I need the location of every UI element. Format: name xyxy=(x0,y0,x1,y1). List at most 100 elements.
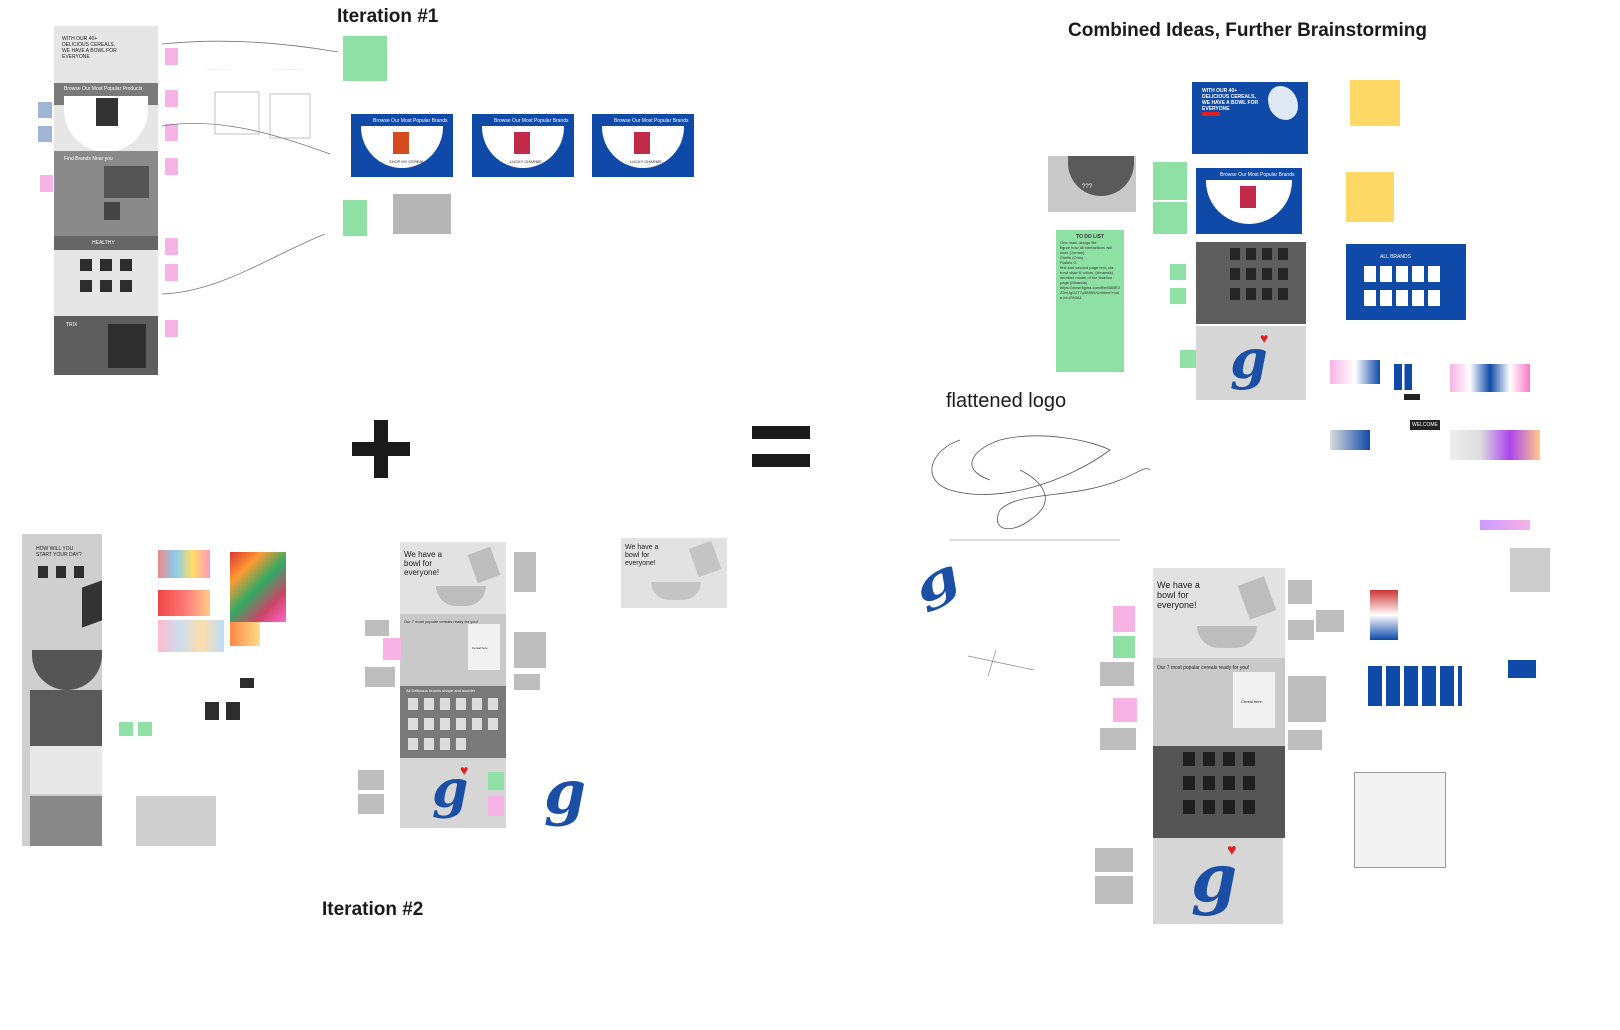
sticky-note[interactable] xyxy=(1288,620,1314,640)
bowl-hero-frame[interactable]: We have a bowl for everyone! xyxy=(400,542,506,614)
sticky-note[interactable] xyxy=(119,722,133,736)
sticky-note[interactable] xyxy=(514,632,546,668)
combined-bowl-text: We have a bowl for everyone! xyxy=(1157,580,1200,610)
todo-note[interactable]: TO DO LIST One main design file figure h… xyxy=(1056,230,1124,372)
logo-sketch xyxy=(931,435,1151,541)
combined-browse-card[interactable]: Browse Our Most Popular Brands xyxy=(1196,168,1302,234)
sticky-note[interactable] xyxy=(393,194,451,234)
sticky-note[interactable] xyxy=(1350,80,1400,126)
all-brands-card[interactable]: ALL BRANDS xyxy=(1346,244,1466,320)
sticky-note[interactable] xyxy=(1100,662,1134,686)
sticky-note[interactable] xyxy=(514,552,536,592)
combined-browse-text: Browse Our Most Popular Brands xyxy=(1220,172,1295,178)
card-title: Browse Our Most Popular Brands xyxy=(494,118,569,124)
sticky-note[interactable] xyxy=(343,200,367,236)
g-logo-icon: g xyxy=(904,547,968,615)
combined-logo-frame[interactable]: g ♥ xyxy=(1196,326,1306,400)
sticky-note[interactable] xyxy=(1316,610,1344,632)
heart-icon: ♥ xyxy=(1260,330,1269,346)
sticky-note[interactable] xyxy=(165,320,178,337)
sticky-note[interactable] xyxy=(1288,580,1312,604)
sticky-note[interactable] xyxy=(488,796,504,816)
sticky-note[interactable] xyxy=(1095,848,1133,872)
card-label: SHOP MY CEREAL xyxy=(389,159,425,164)
combined-popular-frame[interactable]: Our 7 most popular cereals ready for you… xyxy=(1153,658,1285,746)
timeline-card[interactable] xyxy=(136,796,216,846)
heart-icon: ♥ xyxy=(460,762,469,778)
card-title: Browse Our Most Popular Brands xyxy=(373,118,448,124)
sticky-note[interactable] xyxy=(1170,288,1186,304)
sticky-note[interactable] xyxy=(38,126,52,142)
iteration1-wireframe[interactable]: WITH OUR 40+ DELICIOUS CEREALS, WE HAVE … xyxy=(54,26,158,375)
sticky-note[interactable] xyxy=(365,620,389,636)
todo-item: https://www.figma.com/file/B8BE0Z5mJgGJT… xyxy=(1060,285,1120,300)
cereal-here-label: Cereal here xyxy=(472,646,488,650)
plus-icon xyxy=(352,420,410,478)
sketch-arrows xyxy=(161,40,339,295)
sticky-note[interactable] xyxy=(1113,636,1135,658)
sticky-note[interactable] xyxy=(358,770,384,790)
combined-bowl-frame[interactable]: We have a bowl for everyone! xyxy=(1153,568,1285,658)
combined-final-logo-frame[interactable]: g ♥ xyxy=(1153,838,1283,924)
moodboard-image xyxy=(158,620,224,652)
moodboard-image xyxy=(158,590,210,616)
all-cereals-frame[interactable]: All Delicious brands shape and wonder xyxy=(400,686,506,758)
brand-card[interactable]: Browse Our Most Popular Brands LUCKY CHA… xyxy=(472,114,574,177)
moodboard-image xyxy=(230,552,286,622)
popular-cereals-frame[interactable]: Our 7 most popular cereals ready for you… xyxy=(400,614,506,686)
iteration1-find-heading: Find Brands Near you xyxy=(64,156,113,162)
card-label: LUCKY CHARMS xyxy=(510,159,542,164)
welcome-label: WELCOME xyxy=(1410,420,1440,430)
how-start-text: HOW WILL YOU START YOUR DAY? xyxy=(36,546,82,558)
thumbnail-group xyxy=(1330,360,1380,384)
sticky-note[interactable] xyxy=(1153,202,1187,234)
todo-item: iteration model of the timeline page (Mi… xyxy=(1060,275,1113,285)
sticky-note[interactable] xyxy=(1095,876,1133,904)
sticky-note[interactable] xyxy=(1153,162,1187,200)
sticky-note[interactable] xyxy=(1288,730,1322,750)
unknown-frame[interactable]: ??? xyxy=(1048,156,1136,212)
thumbnail-group xyxy=(1368,666,1462,706)
sticky-note[interactable] xyxy=(1113,606,1135,632)
thumbnail-group xyxy=(1370,590,1398,640)
sticky-note[interactable] xyxy=(1100,728,1136,750)
sticky-note[interactable] xyxy=(383,638,401,660)
sticky-note[interactable] xyxy=(1113,698,1137,722)
sticky-note[interactable] xyxy=(40,175,53,192)
sticky-note[interactable] xyxy=(138,722,152,736)
combined-shelves-frame[interactable] xyxy=(1153,746,1285,838)
all-cereals-text: All Delicious brands shape and wonder xyxy=(406,688,476,693)
sticky-note[interactable] xyxy=(38,102,52,118)
combined-shelf-frame[interactable] xyxy=(1196,242,1306,324)
popular-text: Our 7 most popular cereals ready for you… xyxy=(404,619,478,624)
bowl-hero-frame-alt[interactable]: We have a bowl for everyone! xyxy=(621,538,727,608)
thumbnail-group xyxy=(1450,430,1540,460)
sticky-note[interactable] xyxy=(1170,264,1186,280)
iteration1-healthy-heading: HEALTHY xyxy=(92,240,115,246)
brand-card[interactable]: Browse Our Most Popular Brands SHOP MY C… xyxy=(351,114,453,177)
sticky-note[interactable] xyxy=(365,667,395,687)
combined-hero-text: WITH OUR 40+ DELICIOUS CEREALS, WE HAVE … xyxy=(1202,88,1259,112)
logo-frame[interactable]: g ♥ xyxy=(400,758,506,828)
bowl-hero-text: We have a bowl for everyone! xyxy=(625,544,659,567)
todo-item: first and second page text, cta, bowl st… xyxy=(1060,265,1115,275)
sticky-note[interactable] xyxy=(1346,172,1394,222)
card-label: LUCKY CHARMS xyxy=(630,159,662,164)
iteration1-products-heading: Browse Our Most Popular Products xyxy=(64,86,143,92)
brand-card[interactable]: Browse Our Most Popular Brands LUCKY CHA… xyxy=(592,114,694,177)
moodboard-image xyxy=(230,622,260,646)
sticky-note[interactable] xyxy=(514,674,540,690)
notebook-frame[interactable] xyxy=(1354,772,1446,868)
combined-cereal-here: Cereal here xyxy=(1241,699,1262,704)
sticky-note[interactable] xyxy=(1180,350,1196,368)
sticky-note[interactable] xyxy=(1288,676,1326,722)
combined-popular-text: Our 7 most popular cereals ready for you… xyxy=(1157,665,1250,671)
iteration2-timeline-frame[interactable]: HOW WILL YOU START YOUR DAY? xyxy=(22,534,102,846)
sticky-note[interactable] xyxy=(358,794,384,814)
sticky-note[interactable] xyxy=(488,772,504,790)
sticky-note[interactable] xyxy=(343,36,387,81)
combined-hero-card[interactable]: WITH OUR 40+ DELICIOUS CEREALS, WE HAVE … xyxy=(1192,82,1308,154)
thumbnail-group xyxy=(1404,394,1420,400)
unknown-label: ??? xyxy=(1082,184,1093,190)
thumbnail-group xyxy=(1330,430,1370,450)
